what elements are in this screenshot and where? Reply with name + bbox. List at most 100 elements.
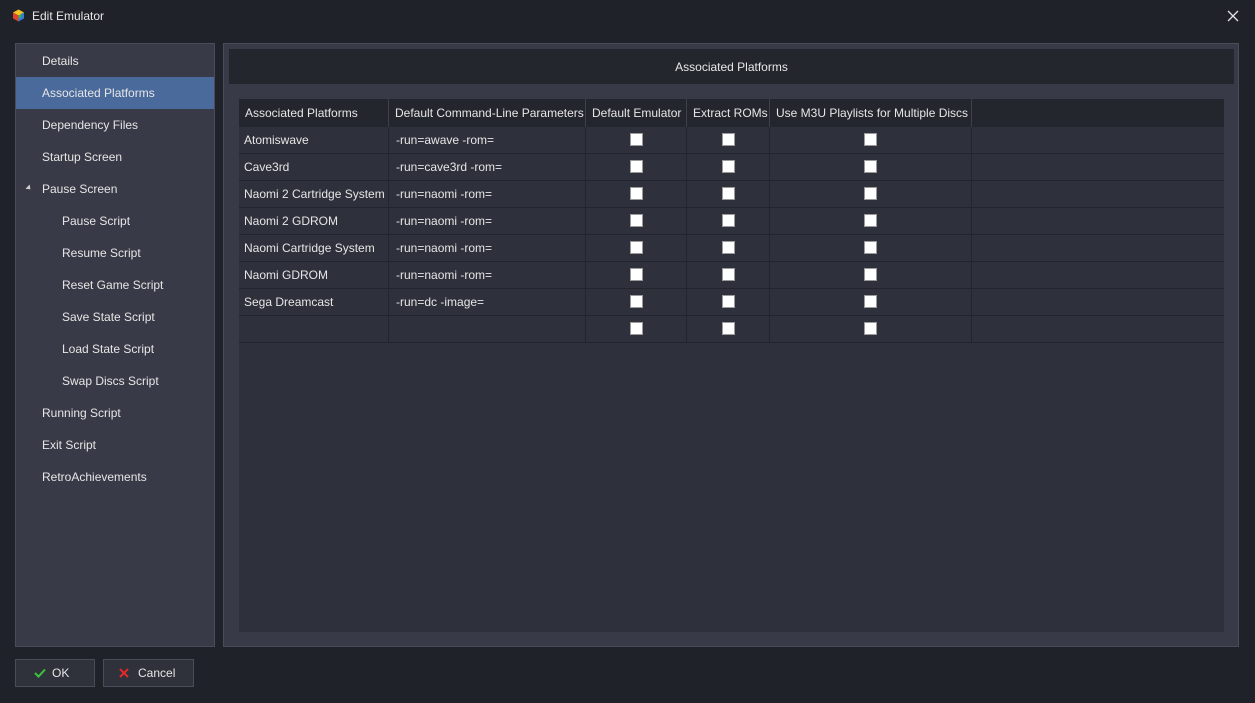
default-emulator-cell	[586, 262, 687, 289]
default-emulator-checkbox[interactable]	[629, 160, 643, 173]
use-m3u-cell	[770, 262, 972, 289]
table-row[interactable]: Naomi GDROM -run=naomi -rom=	[239, 262, 1224, 289]
use-m3u-checkbox[interactable]	[864, 322, 877, 335]
platform-cell[interactable]	[239, 316, 389, 343]
params-cell[interactable]	[389, 316, 586, 343]
extract-roms-cell	[687, 316, 770, 343]
extract-roms-cell	[687, 262, 770, 289]
params-cell[interactable]: -run=awave -rom=	[389, 127, 586, 154]
extract-roms-checkbox[interactable]	[721, 295, 735, 308]
extract-roms-cell	[687, 181, 770, 208]
extract-roms-checkbox[interactable]	[721, 268, 735, 281]
sidebar-item-save-state-script[interactable]: Save State Script	[16, 301, 214, 333]
default-emulator-checkbox[interactable]	[629, 214, 643, 227]
table-row[interactable]: Naomi 2 Cartridge System -run=naomi -rom=	[239, 181, 1224, 208]
use-m3u-cell	[770, 181, 972, 208]
cancel-x-icon	[118, 667, 130, 679]
column-header-platform[interactable]: Associated Platforms	[239, 99, 389, 127]
default-emulator-cell	[586, 316, 687, 343]
sidebar-item-startup-screen[interactable]: Startup Screen	[16, 141, 214, 173]
extract-roms-checkbox[interactable]	[721, 133, 735, 146]
extract-roms-checkbox[interactable]	[721, 187, 735, 200]
use-m3u-cell	[770, 289, 972, 316]
close-icon	[1227, 10, 1239, 22]
ok-button[interactable]: OK	[15, 659, 95, 687]
sidebar-item-label: Save State Script	[62, 310, 155, 324]
main-panel: Associated Platforms Associated Platform…	[223, 43, 1239, 647]
sidebar-item-running-script[interactable]: Running Script	[16, 397, 214, 429]
column-header-default-emulator[interactable]: Default Emulator	[586, 99, 687, 127]
sidebar-item-retroachievements[interactable]: RetroAchievements	[16, 461, 214, 493]
column-header-extract-roms[interactable]: Extract ROMs	[687, 99, 770, 127]
default-emulator-checkbox[interactable]	[629, 133, 643, 146]
column-header-params[interactable]: Default Command-Line Parameters	[389, 99, 586, 127]
sidebar-item-dependency-files[interactable]: Dependency Files	[16, 109, 214, 141]
platform-cell[interactable]: Sega Dreamcast	[239, 289, 389, 316]
platform-cell[interactable]: Atomiswave	[239, 127, 389, 154]
sidebar-item-reset-game-script[interactable]: Reset Game Script	[16, 269, 214, 301]
use-m3u-checkbox[interactable]	[864, 241, 877, 254]
use-m3u-cell	[770, 154, 972, 181]
cancel-button[interactable]: Cancel	[103, 659, 194, 687]
extract-roms-checkbox[interactable]	[721, 160, 735, 173]
default-emulator-cell	[586, 181, 687, 208]
column-header-use-m3u[interactable]: Use M3U Playlists for Multiple Discs	[770, 99, 972, 127]
platform-cell[interactable]: Naomi Cartridge System	[239, 235, 389, 262]
extract-roms-checkbox[interactable]	[721, 241, 735, 254]
checkmark-icon	[34, 667, 46, 679]
sidebar-item-exit-script[interactable]: Exit Script	[16, 429, 214, 461]
close-button[interactable]	[1223, 6, 1243, 26]
platform-cell[interactable]: Naomi GDROM	[239, 262, 389, 289]
sidebar-item-label: Pause Script	[62, 214, 131, 228]
sidebar-item-pause-screen[interactable]: Pause Screen	[16, 173, 214, 205]
use-m3u-checkbox[interactable]	[864, 160, 877, 173]
sidebar-item-label: Associated Platforms	[42, 86, 155, 100]
launchbox-cube-icon	[13, 9, 24, 22]
use-m3u-cell	[770, 316, 972, 343]
table-row[interactable]: Atomiswave -run=awave -rom=	[239, 127, 1224, 154]
default-emulator-checkbox[interactable]	[629, 187, 643, 200]
platform-cell[interactable]: Naomi 2 GDROM	[239, 208, 389, 235]
sidebar-item-label: Running Script	[42, 406, 121, 420]
sidebar-item-label: Exit Script	[42, 438, 97, 452]
default-emulator-cell	[586, 208, 687, 235]
use-m3u-cell	[770, 235, 972, 262]
params-cell[interactable]: -run=naomi -rom=	[389, 181, 586, 208]
sidebar-item-label: Startup Screen	[42, 150, 123, 164]
sidebar-item-label: Pause Screen	[42, 182, 118, 196]
table-row[interactable]: Sega Dreamcast -run=dc -image=	[239, 289, 1224, 316]
expand-arrow-icon[interactable]	[25, 184, 33, 192]
table-row[interactable]: Cave3rd -run=cave3rd -rom=	[239, 154, 1224, 181]
params-cell[interactable]: -run=naomi -rom=	[389, 262, 586, 289]
extract-roms-checkbox[interactable]	[721, 214, 735, 227]
default-emulator-checkbox[interactable]	[629, 322, 643, 335]
use-m3u-checkbox[interactable]	[864, 295, 877, 308]
use-m3u-checkbox[interactable]	[864, 214, 877, 227]
sidebar-item-swap-discs-script[interactable]: Swap Discs Script	[16, 365, 214, 397]
table-row[interactable]: Naomi 2 GDROM -run=naomi -rom=	[239, 208, 1224, 235]
window-title: Edit Emulator	[32, 9, 105, 23]
platform-cell[interactable]: Cave3rd	[239, 154, 389, 181]
sidebar-item-associated-platforms[interactable]: Associated Platforms	[16, 77, 214, 109]
sidebar-item-resume-script[interactable]: Resume Script	[16, 237, 214, 269]
sidebar-item-pause-script[interactable]: Pause Script	[16, 205, 214, 237]
use-m3u-checkbox[interactable]	[864, 187, 877, 200]
extract-roms-checkbox[interactable]	[721, 322, 735, 335]
params-cell[interactable]: -run=naomi -rom=	[389, 235, 586, 262]
default-emulator-checkbox[interactable]	[629, 295, 643, 308]
table-row[interactable]: Naomi Cartridge System -run=naomi -rom=	[239, 235, 1224, 262]
use-m3u-checkbox[interactable]	[864, 133, 877, 146]
params-cell[interactable]: -run=naomi -rom=	[389, 208, 586, 235]
default-emulator-checkbox[interactable]	[629, 241, 643, 254]
sidebar-item-label: RetroAchievements	[42, 470, 147, 484]
params-cell[interactable]: -run=dc -image=	[389, 289, 586, 316]
params-cell[interactable]: -run=cave3rd -rom=	[389, 154, 586, 181]
platforms-grid: Associated Platforms Default Command-Lin…	[239, 99, 1224, 632]
sidebar-item-load-state-script[interactable]: Load State Script	[16, 333, 214, 365]
use-m3u-checkbox[interactable]	[864, 268, 877, 281]
sidebar-item-label: Dependency Files	[42, 118, 139, 132]
table-row[interactable]	[239, 316, 1224, 343]
sidebar-item-details[interactable]: Details	[16, 45, 214, 77]
platform-cell[interactable]: Naomi 2 Cartridge System	[239, 181, 389, 208]
default-emulator-checkbox[interactable]	[629, 268, 643, 281]
